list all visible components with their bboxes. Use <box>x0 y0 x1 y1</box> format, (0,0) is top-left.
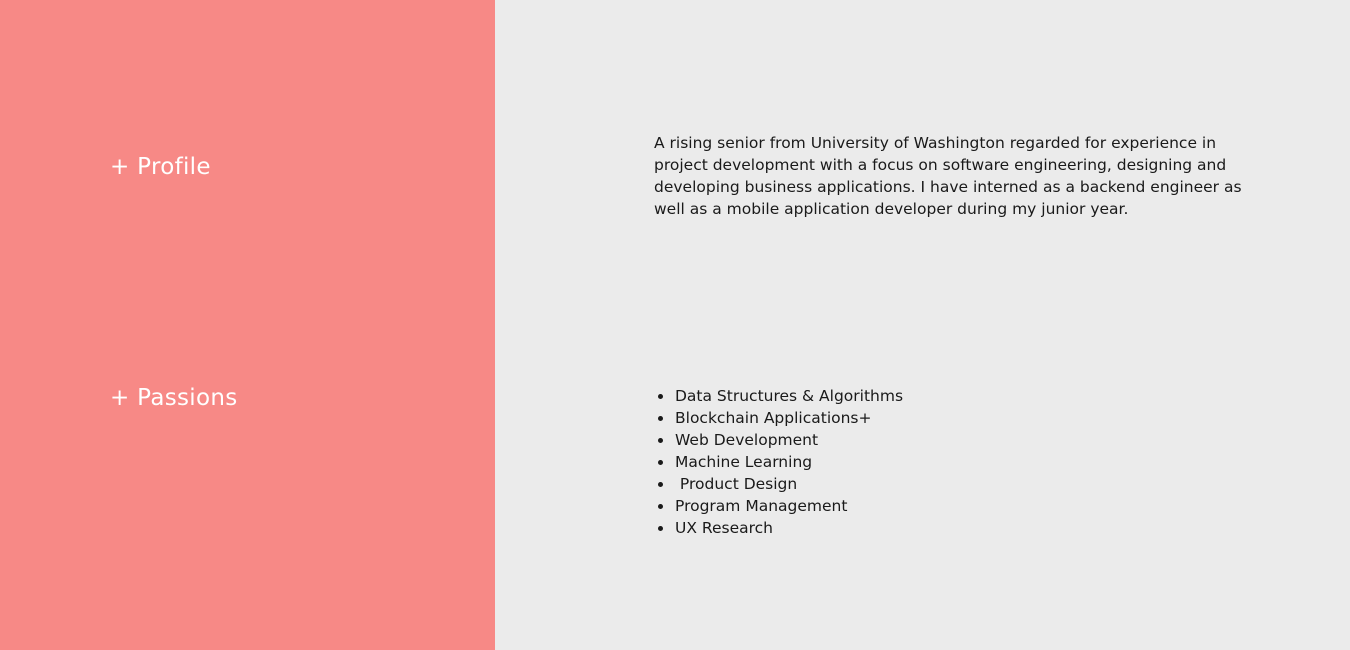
left-panel: + Profile + Passions <box>0 0 495 650</box>
profile-description: A rising senior from University of Washi… <box>654 134 1242 218</box>
passion-item: Blockchain Applications+ <box>654 407 903 429</box>
resume-page: + Profile + Passions A rising senior fro… <box>0 0 1350 650</box>
passion-item: Program Management <box>654 495 903 517</box>
passions-heading: + Passions <box>110 385 238 411</box>
passion-item: UX Research <box>654 517 903 539</box>
passion-item: Machine Learning <box>654 451 903 473</box>
passion-item: Product Design <box>654 473 903 495</box>
passion-item: Data Structures & Algorithms <box>654 385 903 407</box>
passion-item: Web Development <box>654 429 903 451</box>
profile-heading: + Profile <box>110 154 211 180</box>
passions-list: Data Structures & Algorithms Blockchain … <box>654 385 903 539</box>
